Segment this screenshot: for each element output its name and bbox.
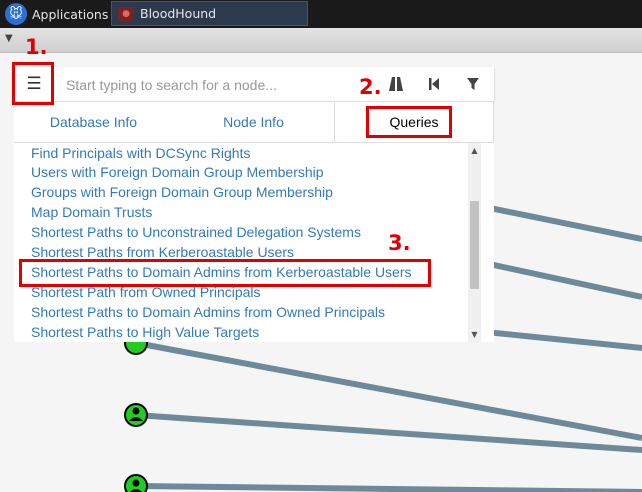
query-item[interactable]: Shortest Paths to Unconstrained Delegati… [31, 222, 361, 242]
queries-list: Find Principals with DCSync Rights Users… [14, 143, 494, 342]
tab-database-info[interactable]: Database Info [14, 102, 173, 142]
scroll-down-icon[interactable]: ▼ [468, 327, 481, 342]
dropdown-arrow-icon[interactable]: ▼ [5, 33, 13, 44]
graph-edge [479, 203, 642, 242]
applications-menu[interactable]: 🐭 Applications [0, 0, 108, 28]
query-item[interactable]: Shortest Paths to High Value Targets [31, 322, 259, 342]
annotation-box-menu [12, 62, 54, 105]
node-search-input[interactable] [64, 71, 368, 99]
back-button[interactable] [419, 67, 449, 101]
annotation-box-query-item [19, 259, 431, 287]
graph-edge [135, 483, 642, 492]
query-item[interactable]: Shortest Paths to Domain Admins from Own… [31, 302, 385, 322]
query-item[interactable]: Find Principals with DCSync Rights [31, 143, 250, 163]
scroll-up-icon[interactable]: ▲ [468, 143, 481, 158]
user-node[interactable] [124, 474, 148, 492]
query-item[interactable]: Users with Foreign Domain Group Membersh… [31, 162, 324, 182]
annotation-step-2: 2. [359, 75, 382, 99]
graph-edge [135, 412, 642, 453]
taskbar: 🐭 Applications ● BloodHound [0, 0, 642, 28]
window-menubar: ▼ [0, 28, 642, 53]
user-node[interactable] [124, 403, 148, 427]
road-icon [389, 77, 403, 91]
filter-button[interactable] [458, 67, 488, 101]
annotation-box-queries-tab [366, 106, 452, 138]
graph-edge [135, 340, 642, 441]
taskbar-item-bloodhound[interactable]: ● BloodHound [111, 1, 308, 26]
search-bar: ☰ [14, 67, 494, 101]
annotation-step-3: 3. [388, 231, 411, 255]
pathfinding-button[interactable] [381, 67, 411, 101]
filter-icon [467, 78, 479, 90]
graph-edge [479, 259, 642, 300]
annotation-step-1: 1. [25, 35, 48, 59]
scrollbar-thumb[interactable] [470, 201, 479, 289]
queries-scrollbar[interactable]: ▲ ▼ [468, 143, 481, 342]
query-item[interactable]: Map Domain Trusts [31, 202, 152, 222]
query-item[interactable]: Groups with Foreign Domain Group Members… [31, 182, 333, 202]
applications-label: Applications [32, 6, 109, 22]
xfce-mouse-icon: 🐭 [5, 3, 27, 25]
tab-node-info[interactable]: Node Info [173, 102, 334, 142]
bloodhound-icon: ● [118, 6, 134, 21]
taskbar-item-label: BloodHound [140, 6, 217, 21]
step-backward-icon [429, 78, 439, 90]
